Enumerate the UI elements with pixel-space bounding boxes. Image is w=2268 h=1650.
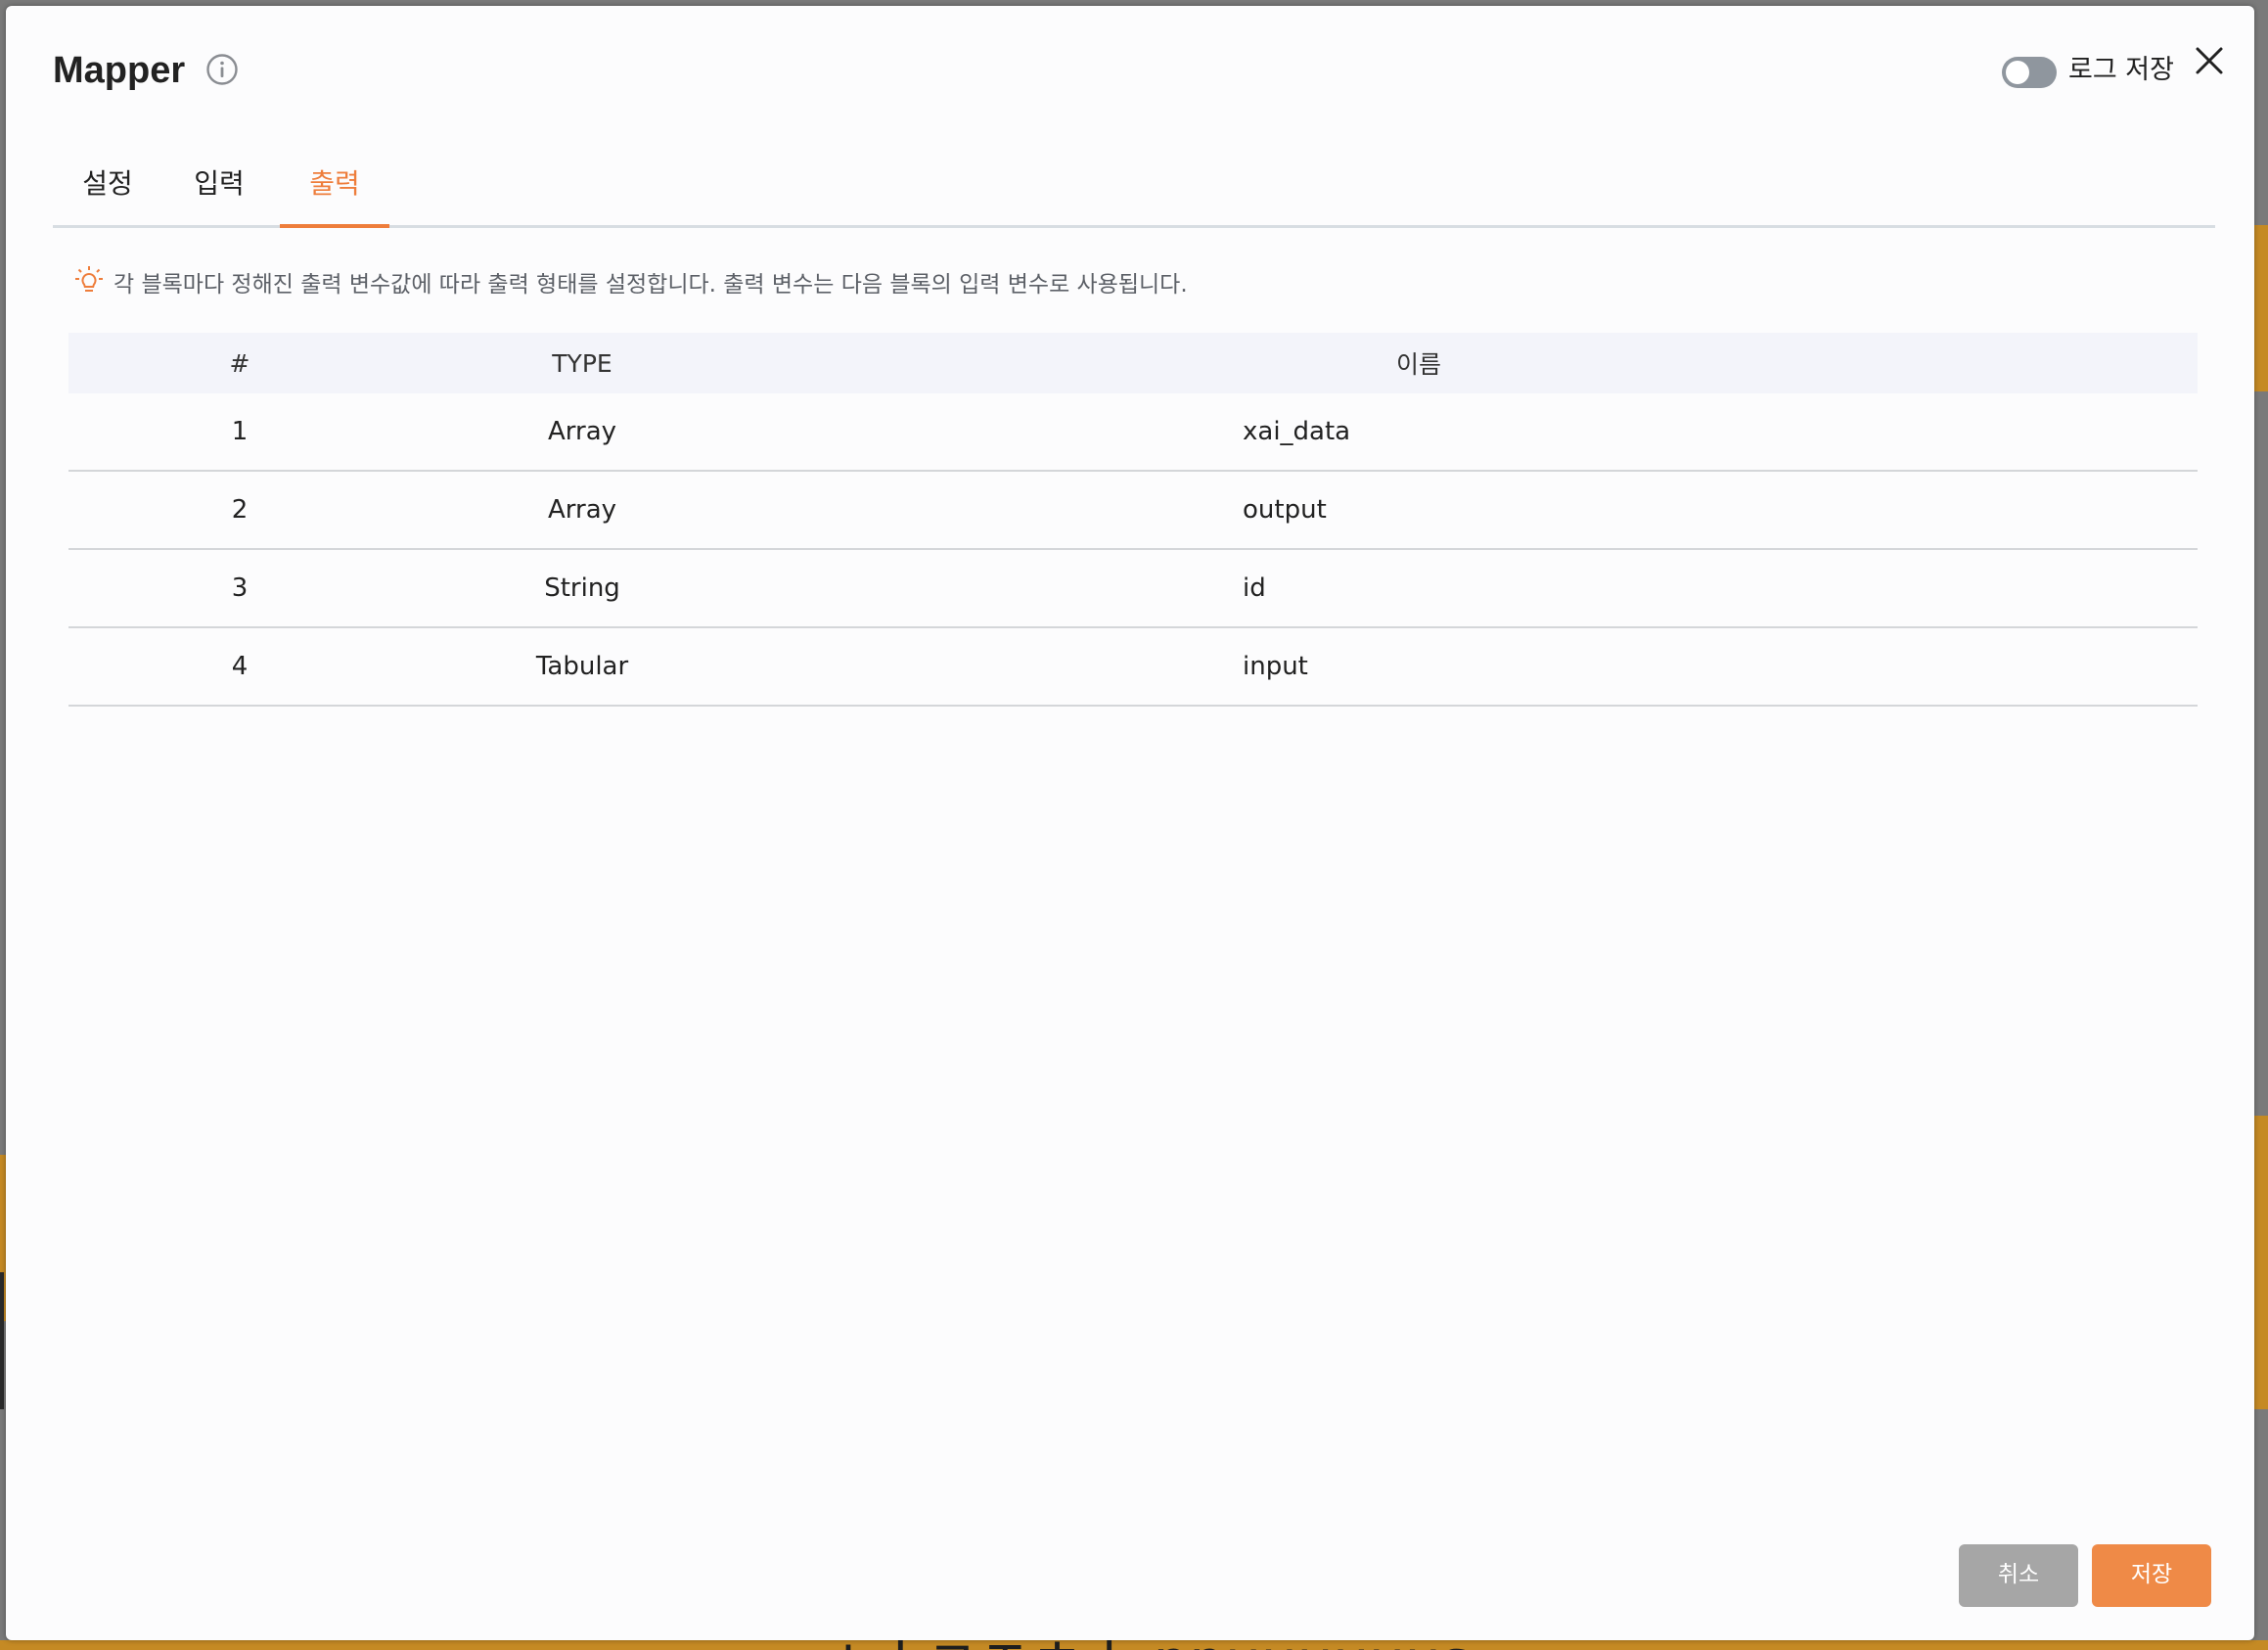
tab-bar: 설정 입력 출력 bbox=[53, 153, 2215, 228]
column-header-type: TYPE bbox=[552, 348, 612, 378]
background-dark-block bbox=[0, 1272, 4, 1409]
table-row[interactable]: 3 String id bbox=[68, 550, 2198, 628]
hint-text: 각 블록마다 정해진 출력 변수값에 따라 출력 형태를 설정합니다. 출력 변… bbox=[113, 272, 1188, 298]
tab-settings[interactable]: 설정 bbox=[72, 153, 143, 225]
info-icon[interactable] bbox=[205, 53, 239, 86]
row-type: Array bbox=[547, 417, 617, 446]
row-name: input bbox=[1243, 652, 1308, 681]
cancel-button[interactable]: 취소 bbox=[1959, 1544, 2078, 1607]
column-header-number: # bbox=[229, 348, 250, 378]
table-header: # TYPE 이름 bbox=[68, 333, 2198, 393]
save-button[interactable]: 저장 bbox=[2092, 1544, 2211, 1607]
row-name: xai_data bbox=[1243, 417, 1351, 446]
toggle-knob bbox=[2006, 61, 2029, 84]
close-icon[interactable] bbox=[2190, 41, 2229, 80]
log-save-label: 로그 저장 bbox=[2068, 55, 2174, 85]
output-variables-table: # TYPE 이름 1 Array xai_data 2 Array outpu… bbox=[68, 333, 2198, 707]
hint-message: 각 블록마다 정해진 출력 변수값에 따라 출력 형태를 설정합니다. 출력 변… bbox=[72, 262, 1188, 301]
row-number: 1 bbox=[231, 417, 249, 446]
row-number: 3 bbox=[231, 573, 249, 603]
column-header-name: 이름 bbox=[1395, 350, 1441, 379]
table-row[interactable]: 1 Array xai_data bbox=[68, 393, 2198, 472]
table-row[interactable]: 2 Array output bbox=[68, 472, 2198, 550]
row-name: output bbox=[1243, 495, 1327, 525]
table-row[interactable]: 4 Tabular input bbox=[68, 628, 2198, 707]
row-type: String bbox=[544, 573, 620, 603]
lightbulb-icon bbox=[75, 266, 103, 292]
row-type: Tabular bbox=[535, 652, 629, 681]
mapper-modal: Mapper 로그 저장 설정 입력 출력 각 블록마다 정해진 출력 변수값에… bbox=[6, 6, 2254, 1640]
log-save-toggle[interactable] bbox=[2002, 57, 2057, 88]
row-type: Array bbox=[547, 495, 617, 525]
tab-output[interactable]: 출력 bbox=[280, 153, 389, 228]
tab-input[interactable]: 입력 bbox=[184, 153, 254, 225]
modal-title: Mapper bbox=[53, 50, 186, 91]
row-number: 2 bbox=[231, 495, 249, 525]
row-number: 4 bbox=[231, 652, 249, 681]
row-name: id bbox=[1243, 573, 1266, 603]
